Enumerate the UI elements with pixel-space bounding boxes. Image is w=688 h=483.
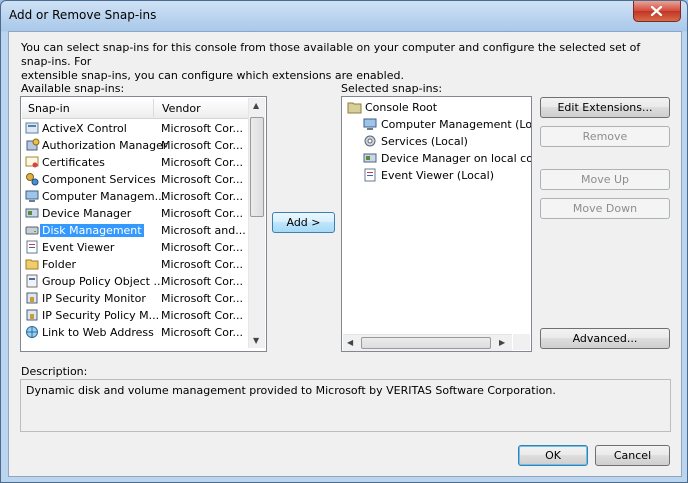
snapin-vendor: Microsoft Cor... <box>161 156 243 169</box>
snapin-vendor: Microsoft Cor... <box>161 207 243 220</box>
tree-item-label: Computer Management (Local) <box>381 118 532 131</box>
tree-horizontal-scrollbar[interactable]: ◀ ▶ <box>343 334 512 351</box>
available-snapins-list[interactable]: Snap-in Vendor ActiveX Control Microsoft … <box>20 96 267 352</box>
snapin-name: Disk Management <box>40 224 144 237</box>
event-viewer-icon <box>26 240 38 254</box>
description-text: Dynamic disk and volume management provi… <box>26 384 556 397</box>
list-item[interactable]: Authorization Manager Microsoft Cor... <box>22 137 251 154</box>
snapin-name: IP Security Policy M... <box>42 309 160 322</box>
folder-icon <box>25 259 39 270</box>
snapin-vendor: Microsoft and... <box>161 224 246 237</box>
scrollbar-thumb[interactable] <box>361 337 491 349</box>
snapin-name: Group Policy Object ... <box>42 275 164 288</box>
computer-management-icon <box>25 190 39 202</box>
authorization-icon <box>26 138 40 151</box>
folder-icon <box>347 102 362 114</box>
move-up-button[interactable]: Move Up <box>540 169 670 190</box>
list-item[interactable]: Event Viewer Microsoft Cor... <box>22 239 251 256</box>
list-header: Snap-in Vendor <box>22 98 251 119</box>
list-item[interactable]: Link to Web Address Microsoft Cor... <box>22 324 251 341</box>
list-item[interactable]: IP Security Policy M... Microsoft Cor... <box>22 307 251 324</box>
snapin-name: Computer Managem... <box>42 190 166 203</box>
add-button[interactable]: Add > <box>272 212 335 233</box>
ip-security-icon <box>26 292 38 304</box>
activex-icon <box>25 122 39 134</box>
window-title: Add or Remove Snap-ins <box>9 8 157 22</box>
available-snapins-label: Available snap-ins: <box>21 82 125 95</box>
event-viewer-icon <box>364 168 376 182</box>
list-item[interactable]: Folder Microsoft Cor... <box>22 256 251 273</box>
list-item[interactable]: Disk Management Microsoft and... <box>22 222 251 239</box>
snapin-vendor: Microsoft Cor... <box>161 122 243 135</box>
snapin-name: Folder <box>42 258 76 271</box>
computer-management-icon <box>363 118 377 130</box>
snapin-vendor: Microsoft Cor... <box>161 258 243 271</box>
snapin-vendor: Microsoft Cor... <box>161 326 243 339</box>
snapin-name: Device Manager <box>42 207 132 220</box>
cancel-button[interactable]: Cancel <box>595 445 670 466</box>
snapin-vendor: Microsoft Cor... <box>161 190 243 203</box>
tree-item-label: Device Manager on local compu <box>381 152 532 165</box>
available-list-scrollbar[interactable]: ▲ ▼ <box>248 98 265 348</box>
snapin-name: Event Viewer <box>42 241 115 254</box>
services-icon <box>364 135 376 147</box>
column-header-snapin[interactable]: Snap-in <box>28 102 70 115</box>
disk-icon <box>25 226 39 235</box>
scrollbar-thumb[interactable] <box>250 117 264 217</box>
remove-button[interactable]: Remove <box>540 126 670 147</box>
group-policy-icon <box>26 274 38 288</box>
snapin-name: IP Security Monitor <box>42 292 146 305</box>
snapin-vendor: Microsoft Cor... <box>161 275 243 288</box>
list-item[interactable]: Computer Managem... Microsoft Cor... <box>22 188 251 205</box>
close-button[interactable] <box>633 1 681 22</box>
snapin-name: Link to Web Address <box>42 326 154 339</box>
device-manager-icon <box>363 153 377 163</box>
ok-button[interactable]: OK <box>518 445 588 466</box>
description-box: Dynamic disk and volume management provi… <box>20 379 671 432</box>
snapin-name: Component Services <box>42 173 156 186</box>
device-manager-icon <box>25 208 39 218</box>
snapin-vendor: Microsoft Cor... <box>161 173 243 186</box>
selected-snapins-label: Selected snap-ins: <box>341 82 443 95</box>
intro-text: You can select snap-ins for this console… <box>21 41 641 82</box>
selected-snapins-tree[interactable]: Console Root Computer Management (Local)… <box>341 96 532 352</box>
tree-item-label: Event Viewer (Local) <box>381 169 494 182</box>
certificate-icon <box>25 156 39 168</box>
tree-item-label: Services (Local) <box>381 135 468 148</box>
snapin-name: Certificates <box>42 156 105 169</box>
list-item[interactable]: Device Manager Microsoft Cor... <box>22 205 251 222</box>
list-item[interactable]: Certificates Microsoft Cor... <box>22 154 251 171</box>
move-down-button[interactable]: Move Down <box>540 198 670 219</box>
list-item[interactable]: IP Security Monitor Microsoft Cor... <box>22 290 251 307</box>
column-header-vendor[interactable]: Vendor <box>162 102 201 115</box>
list-item[interactable]: Component Services Microsoft Cor... <box>22 171 251 188</box>
snapin-name: Authorization Manager <box>42 139 168 152</box>
title-bar[interactable]: Add or Remove Snap-ins <box>1 1 687 31</box>
advanced-button[interactable]: Advanced... <box>540 328 670 349</box>
snapin-vendor: Microsoft Cor... <box>161 241 243 254</box>
list-item[interactable]: ActiveX Control Microsoft Cor... <box>22 120 251 137</box>
component-services-icon <box>26 173 39 186</box>
snapin-vendor: Microsoft Cor... <box>161 139 243 152</box>
dialog-body: You can select snap-ins for this console… <box>8 31 682 477</box>
close-icon <box>650 6 663 16</box>
snapin-vendor: Microsoft Cor... <box>161 292 243 305</box>
edit-extensions-button[interactable]: Edit Extensions... <box>540 97 670 118</box>
snapin-name: ActiveX Control <box>42 122 127 135</box>
list-item[interactable]: Group Policy Object ... Microsoft Cor... <box>22 273 251 290</box>
web-link-icon <box>26 326 38 338</box>
ip-security-icon <box>26 309 38 321</box>
description-label: Description: <box>21 365 88 378</box>
snapin-vendor: Microsoft Cor... <box>161 309 243 322</box>
dialog-window: Add or Remove Snap-ins You can select sn… <box>0 0 688 483</box>
